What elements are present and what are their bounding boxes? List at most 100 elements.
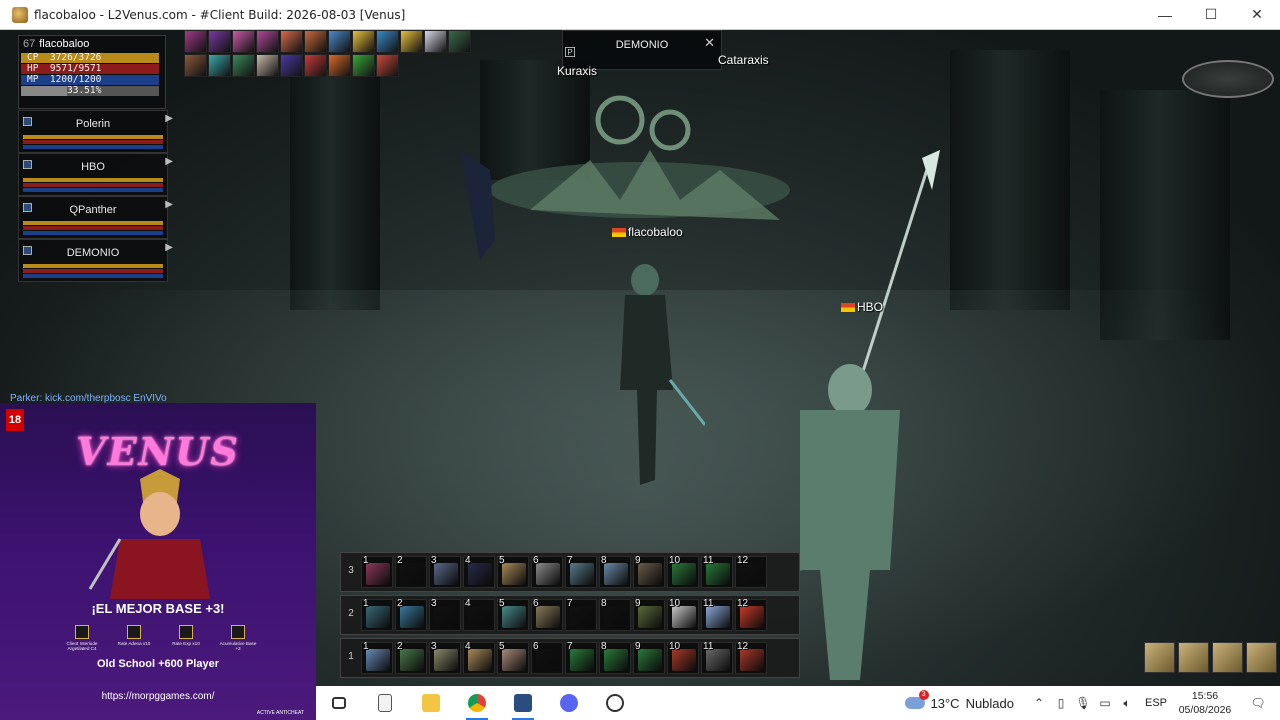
hotbar-slot[interactable]: 8 [599,641,631,674]
hotbar-slot[interactable]: 6 [531,598,563,631]
hotbar-slot[interactable]: 2 [395,641,427,674]
hotbar-slot[interactable]: 3 [429,641,461,674]
hotbar-slot[interactable]: 12 [735,641,767,674]
language-indicator[interactable]: ESP [1138,697,1174,709]
action-icon[interactable] [1246,642,1277,673]
hotbar-slot[interactable]: 2 [395,598,427,631]
buff-icon[interactable] [352,54,375,77]
player-character[interactable] [595,260,705,510]
hotbar-slot[interactable]: 3 [429,555,461,588]
action-shortcuts[interactable] [1144,642,1277,673]
hotbar-slot[interactable]: 4 [463,555,495,588]
chevron-right-icon[interactable]: ▶ [165,113,173,124]
hotbar-slot[interactable]: 7 [565,555,597,588]
hotbar-slot[interactable]: 12 [735,598,767,631]
action-icon[interactable] [1178,642,1209,673]
hotbar-slot[interactable]: 10 [667,641,699,674]
microphone-icon[interactable]: 🎙︎ [1072,696,1094,710]
buff-icon[interactable] [376,30,399,53]
buff-icon[interactable] [328,30,351,53]
recorder-icon[interactable] [592,686,638,720]
hotbar-slot[interactable]: 4 [463,641,495,674]
npc-name-tag[interactable]: Cataraxis [718,53,769,67]
minimap-radar[interactable] [1182,60,1274,98]
notepad-icon[interactable] [362,686,408,720]
file-explorer-icon[interactable] [408,686,454,720]
hotbar-slot[interactable]: 8 [599,598,631,631]
maximize-button[interactable]: ☐ [1188,0,1234,30]
weather-widget[interactable]: 3 13°C Nublado [904,690,1014,711]
network-icon[interactable]: ▭ [1094,696,1116,710]
hotbar-slot[interactable]: 10 [667,598,699,631]
buff-icon[interactable] [424,30,447,53]
buff-icon[interactable] [448,30,471,53]
hotbar-slot[interactable]: 12 [735,555,767,588]
hotbar-slot[interactable]: 2 [395,555,427,588]
hotbar-slot[interactable]: 6 [531,641,563,674]
buff-icon[interactable] [256,54,279,77]
ally-name-tag[interactable]: HBO [841,300,883,314]
chevron-right-icon[interactable]: ▶ [165,199,173,210]
discord-icon[interactable] [546,686,592,720]
buff-icon[interactable] [376,54,399,77]
hotbar-3[interactable]: 3 1 2 3 4 5 6 7 8 9 10 11 12 [340,552,800,592]
chevron-up-icon[interactable]: ⌃ [1028,696,1050,710]
buff-icon[interactable] [304,54,327,77]
hotbar-slot[interactable]: 10 [667,555,699,588]
task-view-icon[interactable] [316,686,362,720]
close-button[interactable]: ✕ [1234,0,1280,30]
target-close-button[interactable]: ✕ [704,35,715,51]
buff-icon[interactable] [208,54,231,77]
hotbar-slot[interactable]: 9 [633,641,665,674]
clock[interactable]: 15:56 05/08/2026 [1174,689,1236,717]
hotbar-slot[interactable]: 11 [701,598,733,631]
hotbar-slot[interactable]: 8 [599,555,631,588]
hotbar-slot[interactable]: 9 [633,555,665,588]
chrome-icon[interactable] [454,686,500,720]
buff-icon[interactable] [280,54,303,77]
hotbar-slot[interactable]: 5 [497,641,529,674]
party-member[interactable]: ▶ Polerin [18,110,173,153]
hotbar-slot[interactable]: 9 [633,598,665,631]
hotbar-slot[interactable]: 5 [497,555,529,588]
hotbar-slot[interactable]: 7 [565,598,597,631]
chevron-right-icon[interactable]: ▶ [165,156,173,167]
buff-icon[interactable] [208,30,231,53]
buff-icon[interactable] [232,30,255,53]
party-member[interactable]: ▶ DEMONIO [18,239,173,282]
volume-icon[interactable]: 🔈︎ [1116,696,1138,711]
buff-icon[interactable] [400,30,423,53]
hotbar-slot[interactable]: 1 [361,598,393,631]
minimize-button[interactable]: — [1142,0,1188,30]
chevron-right-icon[interactable]: ▶ [165,242,173,253]
action-icon[interactable] [1144,642,1175,673]
party-window[interactable]: ▶ Polerin ▶ HBO ▶ QPanther ▶ DEMONIO [18,110,173,282]
hotbar-slot[interactable]: 1 [361,641,393,674]
lineage-client-icon[interactable] [500,686,546,720]
buff-icon[interactable] [184,30,207,53]
buff-icon[interactable] [328,54,351,77]
buff-icon[interactable] [256,30,279,53]
buff-icon[interactable] [232,54,255,77]
player-name-tag[interactable]: flacobaloo [612,225,683,239]
notification-icon[interactable]: 🗨︎ [1236,696,1280,710]
buff-icon[interactable] [280,30,303,53]
party-member[interactable]: ▶ HBO [18,153,173,196]
npc-name-tag[interactable]: Kuraxis [557,64,597,78]
hotbar-slot[interactable]: 3 [429,598,461,631]
buff-icon[interactable] [184,54,207,77]
hotbar-slot[interactable]: 4 [463,598,495,631]
buff-icon[interactable] [304,30,327,53]
hotbar-slot[interactable]: 6 [531,555,563,588]
app-tray-icon[interactable]: ▯ [1050,696,1072,710]
hotbar-slot[interactable]: 1 [361,555,393,588]
hotbar-1[interactable]: 1 1 2 3 4 5 6 7 8 9 10 11 12 [340,638,800,678]
party-member[interactable]: ▶ QPanther [18,196,173,239]
hotbar-slot[interactable]: 5 [497,598,529,631]
character-status-window[interactable]: 67 flacobaloo CP 3726/3726 HP 9571/9571 … [18,35,166,109]
action-icon[interactable] [1212,642,1243,673]
hotbar-slot[interactable]: 7 [565,641,597,674]
buff-icon[interactable] [352,30,375,53]
hotbar-slot[interactable]: 11 [701,555,733,588]
hotbar-slot[interactable]: 11 [701,641,733,674]
